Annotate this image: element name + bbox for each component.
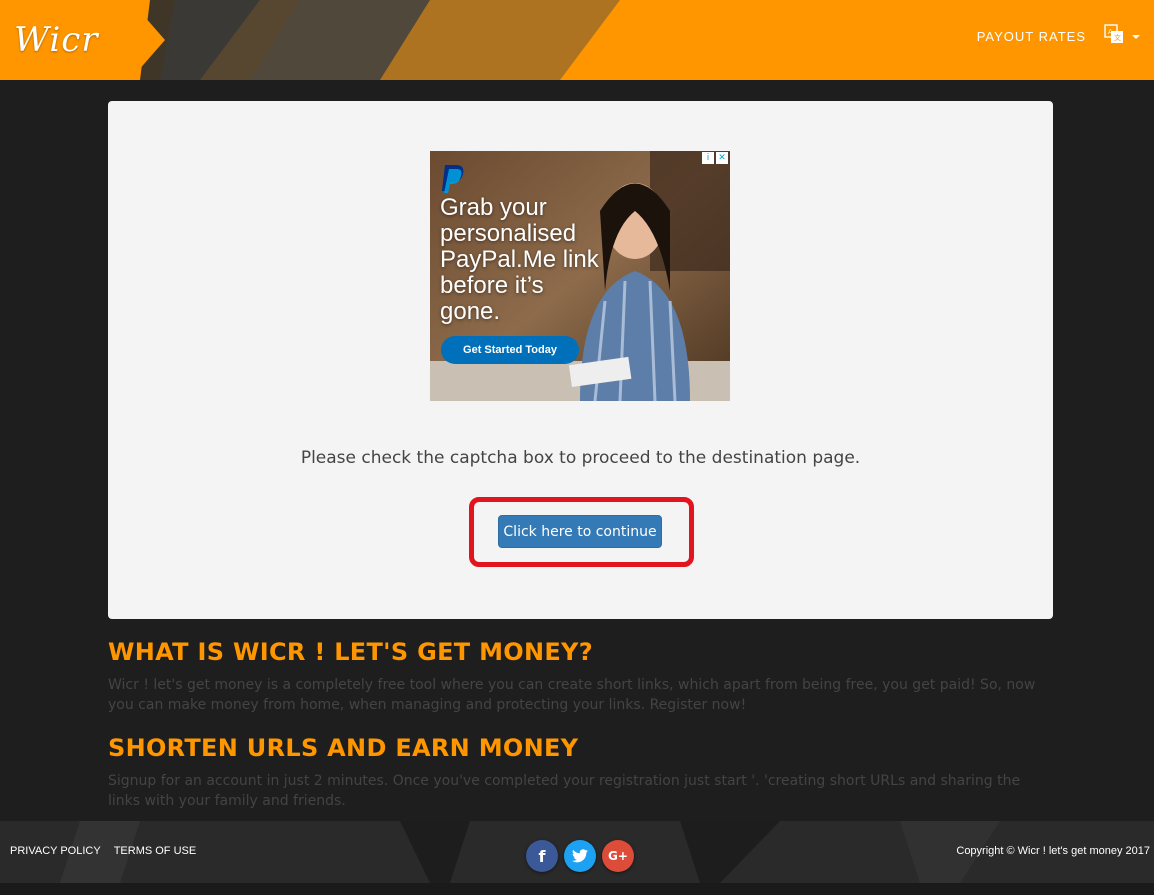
facebook-glyph: f xyxy=(538,846,546,866)
chevron-down-icon xyxy=(1132,35,1140,39)
site-footer: PRIVACY POLICY TERMS OF USE f G+ Copyrig… xyxy=(0,821,1154,883)
google-plus-glyph: G+ xyxy=(608,849,628,863)
terms-of-use-link[interactable]: TERMS OF USE xyxy=(114,845,197,857)
ad-headline: Grab your personalised PayPal.Me link be… xyxy=(440,194,599,325)
svg-text:文: 文 xyxy=(1114,33,1121,42)
top-nav: PAYOUT RATES A 文 xyxy=(977,22,1140,50)
section-text-shorten: Signup for an account in just 2 minutes.… xyxy=(108,773,1021,809)
captcha-message: Please check the captcha box to proceed … xyxy=(300,448,861,468)
site-header: Wicr PAYOUT RATES A 文 xyxy=(0,0,1154,80)
main-card: i ✕ Grab your personalised PayPal.Me lin… xyxy=(108,101,1053,619)
privacy-policy-link[interactable]: PRIVACY POLICY xyxy=(10,845,101,857)
language-dropdown[interactable]: A 文 xyxy=(1104,23,1140,49)
google-plus-icon[interactable]: G+ xyxy=(602,840,634,872)
footer-links: PRIVACY POLICY TERMS OF USE xyxy=(10,845,196,857)
section-title-shorten: SHORTEN URLS AND EARN MONEY xyxy=(108,734,579,762)
logo-text: Wicr xyxy=(14,20,99,60)
advertisement[interactable]: i ✕ Grab your personalised PayPal.Me lin… xyxy=(430,151,730,401)
section-title-what-is: WHAT IS WICR ! LET'S GET MONEY? xyxy=(108,638,593,666)
section-text-what-is: Wicr ! let's get money is a completely f… xyxy=(108,677,1036,713)
paypal-logo-icon xyxy=(442,165,464,193)
site-logo[interactable]: Wicr xyxy=(14,14,164,66)
ad-cta-button[interactable]: Get Started Today xyxy=(441,336,579,364)
close-icon[interactable]: ✕ xyxy=(716,152,728,164)
bottom-strip xyxy=(0,883,1154,895)
social-links: f G+ xyxy=(526,840,634,872)
continue-button[interactable]: Click here to continue xyxy=(498,515,662,548)
ad-choices[interactable]: i ✕ xyxy=(702,152,728,164)
svg-text:A: A xyxy=(1108,28,1113,36)
copyright-text: Copyright © Wicr ! let's get money 2017 xyxy=(956,845,1150,857)
info-icon[interactable]: i xyxy=(702,152,714,164)
twitter-icon[interactable] xyxy=(564,840,596,872)
twitter-bird-icon xyxy=(572,849,588,863)
facebook-icon[interactable]: f xyxy=(526,840,558,872)
payout-rates-link[interactable]: PAYOUT RATES xyxy=(977,29,1086,44)
translate-icon: A 文 xyxy=(1104,23,1124,49)
